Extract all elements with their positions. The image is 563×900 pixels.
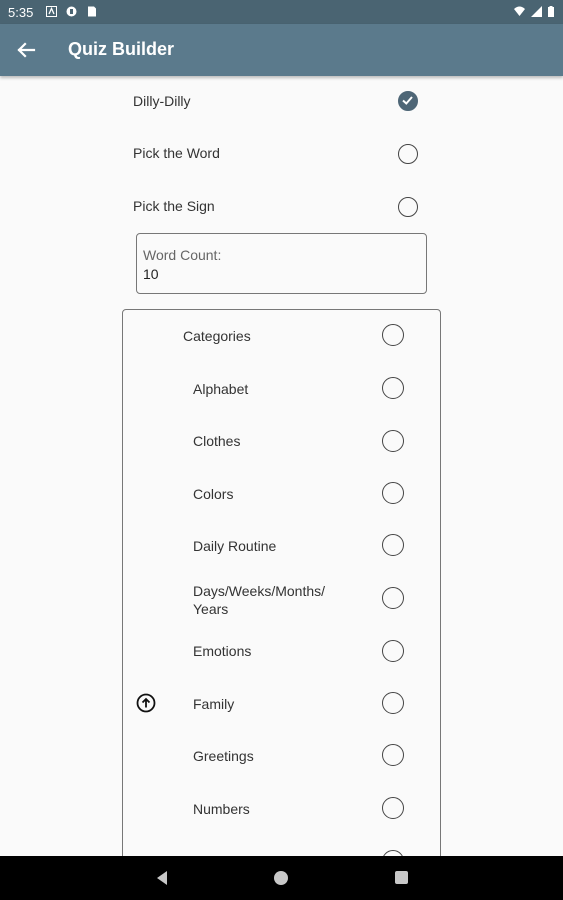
category-label: Days/Weeks/Months/ Years xyxy=(193,583,326,617)
checked-radio-icon[interactable] xyxy=(398,91,418,111)
nav-recents-icon[interactable] xyxy=(395,871,408,884)
radio-icon[interactable] xyxy=(398,197,418,217)
categories-header-row[interactable]: Categories xyxy=(122,316,441,356)
wifi-icon xyxy=(514,6,525,16)
category-label: Clothes xyxy=(193,433,241,449)
category-label: Alphabet xyxy=(193,381,249,397)
quiz-type-option-dilly-dilly[interactable]: Dilly-Dilly xyxy=(133,87,423,117)
category-label: Emotions xyxy=(193,643,252,659)
category-item-daily-routine[interactable]: Daily Routine xyxy=(122,526,441,566)
category-label: Daily Routine xyxy=(193,538,277,554)
category-item-emotions[interactable]: Emotions xyxy=(122,631,441,671)
category-item-family[interactable]: Family xyxy=(122,683,441,723)
radio-icon[interactable] xyxy=(398,144,418,164)
category-label: Colors xyxy=(193,486,234,502)
status-time: 5:35 xyxy=(8,5,34,20)
radio-icon[interactable] xyxy=(382,797,404,819)
category-item-days-weeks-months-years[interactable]: Days/Weeks/Months/ Years xyxy=(122,578,441,618)
battery-icon xyxy=(548,6,554,17)
quiz-type-label: Dilly-Dilly xyxy=(133,93,191,109)
radio-icon[interactable] xyxy=(382,430,404,452)
quiz-type-option-pick-the-word[interactable]: Pick the Word xyxy=(133,139,423,169)
category-item-numbers[interactable]: Numbers xyxy=(122,788,441,828)
category-label: Greetings xyxy=(193,748,254,764)
category-item-colors[interactable]: Colors xyxy=(122,473,441,513)
arrow-up-circle-icon[interactable] xyxy=(136,693,156,713)
category-label: Numbers xyxy=(193,801,250,817)
notification-a-icon xyxy=(46,6,57,17)
notification-app-icon xyxy=(66,6,77,17)
radio-icon[interactable] xyxy=(382,744,404,766)
quiz-type-option-pick-the-sign[interactable]: Pick the Sign xyxy=(133,192,423,222)
page-title: Quiz Builder xyxy=(68,39,175,59)
category-item-clothes[interactable]: Clothes xyxy=(122,421,441,461)
quiz-type-label: Pick the Word xyxy=(133,145,220,161)
radio-icon[interactable] xyxy=(382,640,404,662)
check-icon xyxy=(402,96,413,105)
word-count-label: Word Count: xyxy=(143,247,222,263)
radio-icon[interactable] xyxy=(382,482,404,504)
app-bar: Quiz Builder xyxy=(0,24,563,76)
radio-icon[interactable] xyxy=(382,587,404,609)
nav-home-icon[interactable] xyxy=(274,871,288,885)
radio-icon[interactable] xyxy=(382,324,404,346)
signal-icon xyxy=(531,6,542,17)
radio-icon[interactable] xyxy=(382,534,404,556)
radio-icon[interactable] xyxy=(382,377,404,399)
radio-icon[interactable] xyxy=(382,692,404,714)
nav-back-icon[interactable] xyxy=(154,870,170,886)
sim-card-icon xyxy=(88,6,96,17)
category-label: Family xyxy=(193,696,235,712)
status-bar: 5:35 xyxy=(0,0,563,24)
word-count-value[interactable]: 10 xyxy=(143,266,159,282)
arrow-back-icon[interactable] xyxy=(14,38,38,62)
category-item-greetings[interactable]: Greetings xyxy=(122,736,441,776)
system-nav-bar xyxy=(0,856,563,900)
word-count-field[interactable]: Word Count: 10 xyxy=(136,233,427,294)
category-item-alphabet[interactable]: Alphabet xyxy=(122,368,441,408)
categories-header-label: Categories xyxy=(183,328,251,344)
quiz-type-label: Pick the Sign xyxy=(133,198,215,214)
